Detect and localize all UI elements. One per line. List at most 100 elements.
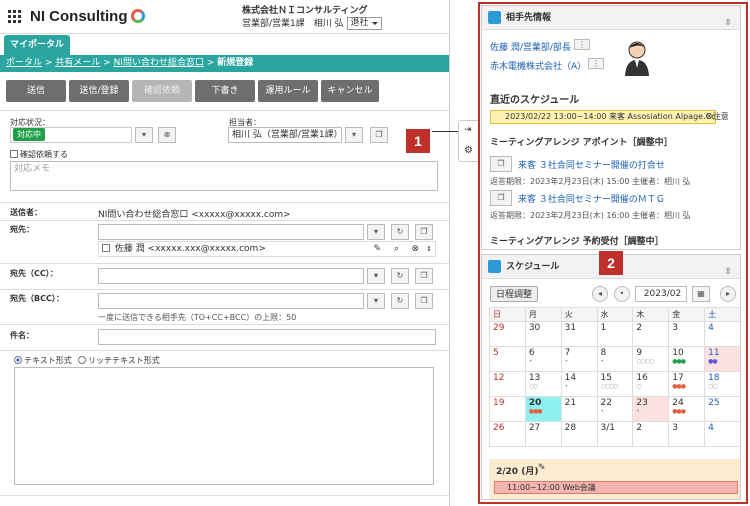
- calendar-day[interactable]: 5: [489, 346, 526, 372]
- status-clear-button[interactable]: ⊗: [158, 127, 176, 143]
- calendar-day[interactable]: 8 •: [596, 346, 634, 372]
- day-item[interactable]: 11:00~12:00 Web会議: [494, 481, 738, 494]
- cc-input[interactable]: [98, 268, 364, 284]
- contact-company-link[interactable]: 赤木電機株式会社（A）: [490, 59, 586, 72]
- status-dropdown-button[interactable]: ▾: [135, 127, 153, 143]
- bcc-reload-button[interactable]: ↻: [391, 293, 409, 309]
- calendar-day[interactable]: 13 ○○: [524, 371, 562, 397]
- cc-reload-button[interactable]: ↻: [391, 268, 409, 284]
- calendar-day[interactable]: 15 ○○○○: [596, 371, 634, 397]
- current-month-button[interactable]: •: [614, 286, 630, 302]
- to-reload-button[interactable]: ↻: [391, 224, 409, 240]
- collapse-icon[interactable]: ⇳: [724, 11, 732, 35]
- assignee-copy-button[interactable]: ❐: [370, 127, 388, 143]
- avatar: [622, 38, 652, 76]
- collapse-icon[interactable]: ⇳: [724, 260, 732, 284]
- calendar-day[interactable]: 27: [524, 421, 562, 447]
- cc-dropdown-button[interactable]: ▾: [367, 268, 385, 284]
- format-rich-radio[interactable]: リッチテキスト形式: [78, 355, 160, 366]
- to-entry[interactable]: 佐藤 潤 <xxxxx.xxx@xxxxx.com> ✎ ⌕ ⊗ ⇕: [98, 241, 436, 257]
- confirm-request-button[interactable]: 確認依頼: [132, 80, 192, 102]
- bcc-input[interactable]: [98, 293, 364, 309]
- sort-icon[interactable]: ⇕: [426, 242, 432, 256]
- calendar-day[interactable]: 29: [489, 321, 526, 347]
- calendar-day[interactable]: 9 ○○○○: [632, 346, 670, 372]
- bcc-copy-button[interactable]: ❐: [415, 293, 433, 309]
- calendar-day[interactable]: 16 ○: [632, 371, 670, 397]
- contact-panel-title: 相手先情報: [506, 13, 552, 23]
- status-field[interactable]: [10, 127, 132, 143]
- calendar-day[interactable]: 3: [668, 321, 706, 347]
- calendar-day[interactable]: 1: [596, 321, 634, 347]
- calendar-day[interactable]: 3: [668, 421, 706, 447]
- to-copy-button[interactable]: ❐: [415, 224, 433, 240]
- bcc-dropdown-button[interactable]: ▾: [367, 293, 385, 309]
- calendar-day[interactable]: 17 ●●●: [668, 371, 706, 397]
- format-text-radio[interactable]: テキスト形式: [14, 355, 72, 366]
- calendar-day[interactable]: 4: [704, 321, 740, 347]
- day-number: 11: [708, 348, 720, 358]
- calendar-day[interactable]: 2: [632, 421, 670, 447]
- tab-my-portal[interactable]: マイポータル: [4, 35, 70, 55]
- calendar-day[interactable]: 4: [704, 421, 740, 447]
- calendar-picker-icon[interactable]: ▦: [692, 286, 710, 302]
- calendar-day[interactable]: 11 ●●: [704, 346, 740, 372]
- send-register-button[interactable]: 送信/登録: [69, 80, 129, 102]
- calendar-day[interactable]: 28: [560, 421, 598, 447]
- calendar-day[interactable]: 2: [632, 321, 670, 347]
- next-month-button[interactable]: ▸: [720, 286, 736, 302]
- rules-button[interactable]: 運用ルール: [258, 80, 318, 102]
- app-grid-icon[interactable]: [8, 10, 21, 23]
- breadcrumb-shared-mail[interactable]: 共有メール: [55, 58, 100, 68]
- send-button[interactable]: 送信: [6, 80, 66, 102]
- calendar-day[interactable]: 31: [560, 321, 598, 347]
- attendance-select[interactable]: 退社: [346, 17, 382, 30]
- calendar-day[interactable]: 30: [524, 321, 562, 347]
- remove-icon[interactable]: ⊗: [411, 242, 419, 256]
- assignee-dropdown-button[interactable]: ▾: [345, 127, 363, 143]
- expand-panel-icon[interactable]: ⇥: [464, 125, 472, 135]
- adjust-schedule-button[interactable]: 日程調整: [490, 286, 538, 302]
- assignee-field[interactable]: 相川 弘（営業部/営業1課）: [228, 127, 343, 143]
- breadcrumb-portal[interactable]: ポータル: [6, 58, 42, 68]
- calendar-day[interactable]: 24 ●●●: [668, 396, 706, 422]
- calendar-day[interactable]: 3/1: [596, 421, 634, 447]
- calendar-day[interactable]: 26: [489, 421, 526, 447]
- to-dropdown-button[interactable]: ▾: [367, 224, 385, 240]
- gear-icon[interactable]: ⚙: [464, 145, 473, 156]
- month-field[interactable]: 2023/02: [635, 286, 687, 302]
- contact-person-link[interactable]: 佐藤 潤/営業部/部長: [490, 40, 571, 53]
- company-menu-button[interactable]: ⋮: [588, 58, 604, 69]
- calendar-day[interactable]: 20 ●●●: [524, 396, 562, 422]
- arrange-item-2-icon[interactable]: ❐: [490, 190, 512, 206]
- calendar-day[interactable]: 23 •: [632, 396, 670, 422]
- calendar-day[interactable]: 18 ○○: [704, 371, 740, 397]
- calendar-day[interactable]: 7 •: [560, 346, 598, 372]
- edit-icon[interactable]: ✎: [373, 242, 381, 256]
- calendar-day[interactable]: 10 ●●●: [668, 346, 706, 372]
- calendar-day[interactable]: 22 •: [596, 396, 634, 422]
- calendar-day[interactable]: 19: [489, 396, 526, 422]
- cancel-button[interactable]: キャンセル: [321, 80, 379, 102]
- draft-button[interactable]: 下書き: [195, 80, 255, 102]
- edit-icon[interactable]: ✎: [538, 463, 546, 473]
- arrange-item-2-title[interactable]: 来客 ３社合同セミナー開催のＭＴＧ: [518, 192, 665, 205]
- calendar-day[interactable]: 6 •: [524, 346, 562, 372]
- recent-schedule-item[interactable]: 2023/02/22 13:00~14:00 来客 Assosiation Al…: [490, 110, 716, 124]
- body-textarea[interactable]: [14, 367, 434, 485]
- memo-textarea[interactable]: 対応メモ: [10, 161, 438, 191]
- arrange-item-1-icon[interactable]: ❐: [490, 156, 512, 172]
- to-input[interactable]: [98, 224, 364, 240]
- arrange-item-1-title[interactable]: 来客 ３社合同セミナー開催の打合せ: [518, 158, 665, 171]
- cc-copy-button[interactable]: ❐: [415, 268, 433, 284]
- prev-month-button[interactable]: ◂: [592, 286, 608, 302]
- breadcrumb-inbox[interactable]: NI問い合わせ総合窓口: [114, 58, 204, 68]
- calendar-day[interactable]: 25: [704, 396, 740, 422]
- search-icon[interactable]: ⌕: [394, 242, 399, 256]
- calendar-day[interactable]: 14 •: [560, 371, 598, 397]
- subject-input[interactable]: [98, 329, 436, 345]
- calendar-day[interactable]: 12: [489, 371, 526, 397]
- person-menu-button[interactable]: ⋮: [574, 39, 590, 50]
- confirm-request-checkbox[interactable]: 確認依頼する: [10, 149, 68, 160]
- calendar-day[interactable]: 21: [560, 396, 598, 422]
